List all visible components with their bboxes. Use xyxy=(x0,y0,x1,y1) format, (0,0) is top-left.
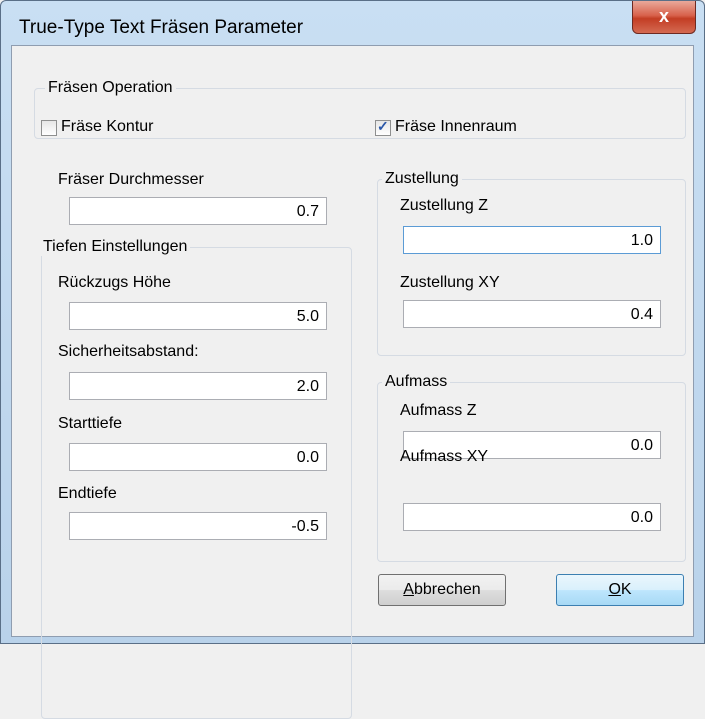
fraeser-durchmesser-label: Fräser Durchmesser xyxy=(58,171,204,188)
zustellung-xy-input[interactable]: 0.4 xyxy=(403,300,661,328)
window-title: True-Type Text Fräsen Parameter xyxy=(19,17,304,38)
endtiefe-label: Endtiefe xyxy=(58,485,117,502)
fraese-innenraum-label[interactable]: Fräse Innenraum xyxy=(395,118,517,136)
aufmass-legend: Aufmass xyxy=(385,373,448,390)
rueckzugs-hoehe-input[interactable]: 5.0 xyxy=(69,302,327,330)
tiefen-einstellungen-legend: Tiefen Einstellungen xyxy=(43,238,188,255)
aufmass-z-label: Aufmass Z xyxy=(400,402,477,419)
close-icon: x xyxy=(658,6,669,26)
fraeser-durchmesser-input[interactable]: 0.7 xyxy=(69,197,327,225)
checkmark-icon: ✓ xyxy=(377,118,389,134)
rueckzugs-hoehe-label: Rückzugs Höhe xyxy=(58,274,171,291)
cancel-label-rest: bbrechen xyxy=(413,581,481,598)
ok-button[interactable]: OK xyxy=(556,574,684,606)
fraese-innenraum-checkbox[interactable]: ✓ xyxy=(375,118,391,136)
aufmass-xy-input[interactable]: 0.0 xyxy=(403,503,661,531)
ok-mnemonic: O xyxy=(608,581,621,598)
starttiefe-input[interactable]: 0.0 xyxy=(69,443,327,471)
fraese-kontur-checkbox[interactable] xyxy=(41,120,57,136)
endtiefe-input[interactable]: -0.5 xyxy=(69,512,327,540)
zustellung-z-input[interactable]: 1.0 xyxy=(403,226,661,254)
dialog-body: Fräsen Operation Fräse Kontur ✓ Fräse In… xyxy=(11,45,694,719)
title-bar[interactable]: True-Type Text Fräsen Parameter x xyxy=(1,1,704,45)
dialog-window: True-Type Text Fräsen Parameter x Fräsen… xyxy=(0,0,705,719)
sicherheitsabstand-label: Sicherheitsabstand: xyxy=(58,343,199,360)
fraese-kontur-label[interactable]: Fräse Kontur xyxy=(61,118,153,136)
zustellung-z-label: Zustellung Z xyxy=(400,197,489,214)
ok-label-rest: K xyxy=(620,581,632,598)
sicherheitsabstand-input[interactable]: 2.0 xyxy=(69,372,327,400)
close-button[interactable]: x xyxy=(632,1,696,34)
fraesen-operation-legend: Fräsen Operation xyxy=(48,79,173,96)
aufmass-xy-label: Aufmass XY xyxy=(400,448,489,465)
starttiefe-label: Starttiefe xyxy=(58,415,123,432)
zustellung-legend: Zustellung xyxy=(385,170,459,187)
cancel-mnemonic: A xyxy=(403,581,414,598)
cancel-button[interactable]: Abbrechen xyxy=(378,574,506,606)
zustellung-xy-label: Zustellung XY xyxy=(400,274,500,291)
